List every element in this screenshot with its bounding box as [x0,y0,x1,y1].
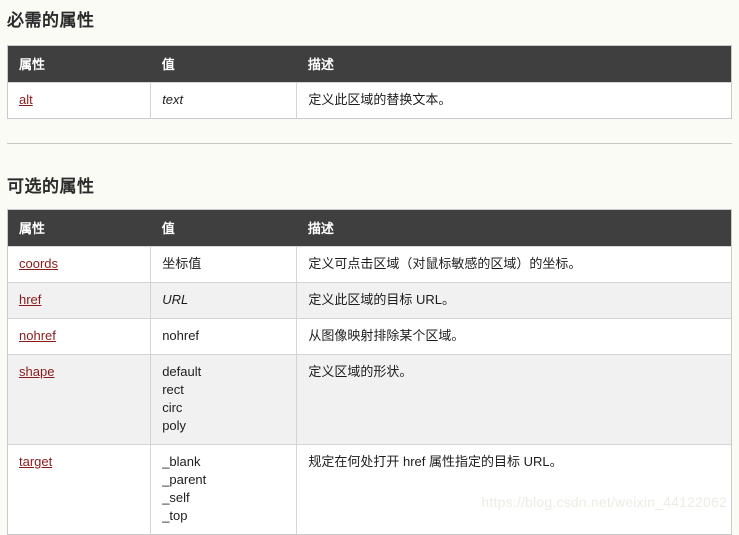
page-title-required-attributes: 必需的属性 [7,11,95,30]
page-title-optional-attributes: 可选的属性 [7,177,95,196]
value-text: URL [162,292,189,307]
column-header-description: 描述 [296,209,732,247]
cell-description: 规定在何处打开 href 属性指定的目标 URL。 [296,444,732,535]
spacer-after-optional-title [7,197,732,209]
attribute-link-href[interactable]: href [19,292,41,307]
cell-value: default rect circ poly [150,354,298,445]
optional-table-body: coords 坐标值 定义可点击区域（对鼠标敏感的区域）的坐标。 href UR… [7,246,732,535]
attribute-link-target[interactable]: target [19,454,52,469]
attribute-link-alt[interactable]: alt [19,92,33,107]
attribute-link-shape[interactable]: shape [19,364,54,379]
table-row: href URL 定义此区域的目标 URL。 [7,282,732,319]
description-text: 从图像映射排除某个区域。 [308,328,465,343]
column-header-value: 值 [150,209,297,247]
required-table-head: 属性 值 描述 [7,45,732,83]
cell-attribute: nohref [7,318,152,355]
column-header-value: 值 [150,45,297,83]
table-row: alt text 定义此区域的替换文本。 [7,82,732,119]
description-text: 定义可点击区域（对鼠标敏感的区域）的坐标。 [308,256,582,271]
column-header-description: 描述 [296,45,732,83]
spacer-after-divider [7,144,732,168]
description-text: 定义此区域的目标 URL。 [308,292,455,307]
table-row: target _blank _parent _self _top 规定在何处打开… [7,444,732,535]
cell-attribute: alt [7,82,152,119]
cell-description: 从图像映射排除某个区域。 [296,318,732,355]
description-text: 规定在何处打开 href 属性指定的目标 URL。 [308,454,563,469]
required-table-body: alt text 定义此区域的替换文本。 [7,82,732,119]
spacer-before-divider [7,119,732,143]
cell-attribute: coords [7,246,152,283]
cell-value: _blank _parent _self _top [150,444,298,535]
cell-value: nohref [150,318,298,355]
value-text: nohref [162,328,200,343]
value-text: default rect circ poly [162,364,202,433]
value-text: 坐标值 [162,256,202,271]
column-header-attribute: 属性 [7,45,151,83]
cell-description: 定义区域的形状。 [296,354,732,445]
value-text: _blank _parent _self _top [162,454,207,523]
required-attributes-table: 属性 值 描述 alt text 定义此区域的替换文本。 [7,45,732,119]
cell-attribute: href [7,282,152,319]
table-header-row: 属性 值 描述 [7,209,732,247]
optional-table-head: 属性 值 描述 [7,209,732,247]
table-row: coords 坐标值 定义可点击区域（对鼠标敏感的区域）的坐标。 [7,246,732,283]
page-root: 必需的属性 属性 值 描述 alt text 定义此区域的替换文本。 可选的属性… [0,0,739,535]
table-header-row: 属性 值 描述 [7,45,732,83]
cell-value: text [150,82,298,119]
cell-description: 定义此区域的替换文本。 [296,82,732,119]
cell-description: 定义此区域的目标 URL。 [296,282,732,319]
spacer-after-required-title [7,31,732,45]
value-text: text [162,92,184,107]
column-header-attribute: 属性 [7,209,151,247]
cell-attribute: target [7,444,152,535]
attribute-link-coords[interactable]: coords [19,256,58,271]
table-row: shape default rect circ poly 定义区域的形状。 [7,354,732,445]
description-text: 定义此区域的替换文本。 [308,92,452,107]
description-text: 定义区域的形状。 [308,364,413,379]
attribute-link-nohref[interactable]: nohref [19,328,56,343]
cell-value: 坐标值 [150,246,298,283]
cell-description: 定义可点击区域（对鼠标敏感的区域）的坐标。 [296,246,732,283]
cell-attribute: shape [7,354,152,445]
table-row: nohref nohref 从图像映射排除某个区域。 [7,318,732,355]
optional-attributes-table: 属性 值 描述 coords 坐标值 定义可点击区域（对鼠标敏感的区域）的坐标。 [7,209,732,535]
cell-value: URL [150,282,298,319]
